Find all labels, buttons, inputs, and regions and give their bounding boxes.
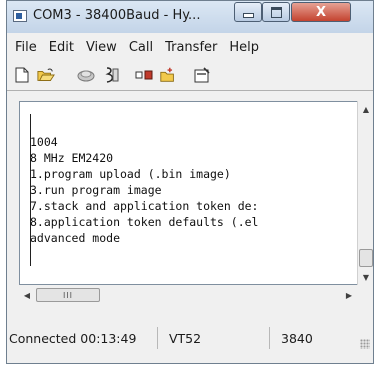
toolbar-divider (7, 90, 373, 91)
resize-grip-icon[interactable] (360, 339, 370, 349)
vertical-scroll-thumb[interactable] (359, 249, 373, 267)
terminal-line: 3.run program image (30, 183, 162, 197)
terminal-line: 7.stack and application token de: (30, 199, 259, 213)
maximize-button[interactable] (262, 2, 290, 22)
title-bar[interactable]: COM3 - 38400Baud - Hy... X (7, 1, 373, 33)
menu-transfer[interactable]: Transfer (159, 38, 223, 58)
terminal-line: 8.application token defaults (.el (30, 215, 259, 229)
menu-file[interactable]: File (7, 38, 43, 58)
properties-icon[interactable] (193, 66, 211, 84)
status-connection: Connected 00:13:49 (9, 331, 137, 346)
terminal-area[interactable]: 1004 8 MHz EM2420 1.program upload (.bin… (19, 101, 373, 285)
menu-edit[interactable]: Edit (43, 38, 80, 58)
menu-help[interactable]: Help (223, 38, 265, 58)
open-icon[interactable] (37, 66, 55, 84)
menu-call[interactable]: Call (123, 38, 159, 58)
maximize-icon (270, 6, 282, 18)
disconnect-icon[interactable] (77, 66, 95, 84)
status-bar: Connected 00:13:49 VT52 3840 (7, 321, 373, 353)
scroll-left-icon[interactable]: ◀ (19, 287, 35, 303)
toolbar (7, 62, 373, 88)
hyperterminal-window: COM3 - 38400Baud - Hy... X File Edit Vie… (6, 0, 374, 364)
window-title: COM3 - 38400Baud - Hy... (33, 8, 201, 23)
status-divider (157, 327, 158, 349)
terminal-line: 1004 (30, 135, 58, 149)
close-icon: X (315, 4, 327, 20)
app-icon (13, 10, 27, 22)
status-speed: 3840 (281, 331, 313, 346)
status-emulation: VT52 (169, 331, 202, 346)
menu-bar: File Edit View Call Transfer Help (7, 38, 373, 58)
terminal-line: 8 MHz EM2420 (30, 151, 114, 165)
call-icon[interactable] (103, 66, 121, 84)
terminal-line: advanced mode (30, 231, 121, 245)
scroll-down-icon[interactable]: ▼ (358, 269, 373, 285)
new-connection-icon[interactable] (159, 66, 177, 84)
minimize-icon (242, 12, 254, 18)
terminal-line: 1.program upload (.bin image) (30, 167, 231, 181)
send-receive-icon[interactable] (135, 66, 153, 84)
menu-view[interactable]: View (80, 38, 123, 58)
status-divider (269, 327, 270, 349)
close-button[interactable]: X (291, 2, 351, 22)
minimize-button[interactable] (234, 2, 262, 22)
horizontal-scroll-thumb[interactable]: III (36, 288, 100, 302)
horizontal-scrollbar[interactable]: ◀ III ▶ (19, 287, 357, 303)
scroll-right-icon[interactable]: ▶ (341, 287, 357, 303)
scroll-up-icon[interactable]: ▲ (358, 101, 373, 117)
vertical-scrollbar[interactable]: ▲ ▼ (357, 101, 373, 285)
terminal-output: 1004 8 MHz EM2420 1.program upload (.bin… (30, 134, 258, 246)
new-icon[interactable] (13, 66, 31, 84)
